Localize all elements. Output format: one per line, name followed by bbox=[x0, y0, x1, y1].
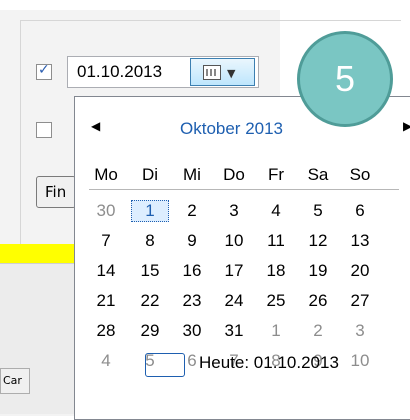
day-cell[interactable]: 4 bbox=[87, 351, 125, 371]
day-cell[interactable]: 9 bbox=[173, 231, 211, 251]
find-button[interactable]: Fin bbox=[36, 176, 76, 208]
day-cell-selected[interactable]: 1 bbox=[131, 200, 169, 222]
day-cell[interactable]: 11 bbox=[257, 231, 295, 251]
month-title[interactable]: Oktober 2013 bbox=[180, 119, 283, 139]
weekday-label: Mo bbox=[94, 165, 118, 184]
day-cell[interactable]: 3 bbox=[341, 321, 379, 341]
day-cell[interactable]: 14 bbox=[87, 261, 125, 281]
day-cell[interactable]: 26 bbox=[299, 291, 337, 311]
weekday-label: Di bbox=[141, 165, 159, 184]
weekday-label: So bbox=[349, 165, 371, 184]
day-cell[interactable]: 10 bbox=[215, 231, 253, 251]
day-cell[interactable]: 21 bbox=[87, 291, 125, 311]
date-enabled-checkbox[interactable]: ✓ bbox=[36, 62, 52, 80]
day-cell[interactable]: 17 bbox=[215, 261, 253, 281]
calendar-dropdown-button[interactable]: ▼ bbox=[190, 58, 255, 86]
header-divider bbox=[89, 189, 399, 190]
step-number-badge: 5 bbox=[297, 31, 393, 127]
day-cell[interactable]: 15 bbox=[131, 261, 169, 281]
weekday-label: Mi bbox=[183, 165, 201, 184]
day-cell[interactable]: 28 bbox=[87, 321, 125, 341]
day-cell[interactable]: 2 bbox=[299, 321, 337, 341]
weekday-label: Do bbox=[223, 165, 245, 184]
day-cell[interactable]: 22 bbox=[131, 291, 169, 311]
weekday-label: Sa bbox=[307, 165, 329, 184]
previous-month-icon[interactable]: ◀ bbox=[91, 119, 100, 133]
chevron-down-icon: ▼ bbox=[227, 67, 236, 80]
day-cell[interactable]: 25 bbox=[257, 291, 295, 311]
day-cell[interactable]: 8 bbox=[131, 231, 169, 251]
day-cell[interactable]: 4 bbox=[257, 201, 295, 221]
day-cell[interactable]: 2 bbox=[173, 201, 211, 221]
today-link[interactable]: Heute: 01.10.2013 bbox=[199, 353, 339, 373]
day-cell[interactable]: 30 bbox=[87, 201, 125, 221]
day-cell[interactable]: 6 bbox=[341, 201, 379, 221]
next-month-icon[interactable]: ▶ bbox=[403, 119, 410, 133]
day-cell[interactable]: 10 bbox=[341, 351, 379, 371]
weekday-label: Fr bbox=[267, 165, 285, 184]
day-cell[interactable]: 24 bbox=[215, 291, 253, 311]
day-cell[interactable]: 31 bbox=[215, 321, 253, 341]
day-cell[interactable]: 20 bbox=[341, 261, 379, 281]
day-cell[interactable]: 18 bbox=[257, 261, 295, 281]
calendar-dropdown: ◀ Oktober 2013 ▶ Mo Di Mi Do Fr Sa So 30… bbox=[74, 96, 410, 420]
day-cell[interactable]: 7 bbox=[87, 231, 125, 251]
date-picker-field[interactable]: 01.10.2013 ▼ bbox=[67, 56, 259, 88]
day-cell[interactable]: 12 bbox=[299, 231, 337, 251]
day-cell[interactable]: 3 bbox=[215, 201, 253, 221]
day-cell[interactable]: 27 bbox=[341, 291, 379, 311]
day-cell[interactable]: 30 bbox=[173, 321, 211, 341]
checkmark-icon: ✓ bbox=[38, 62, 50, 78]
window-top-strip bbox=[0, 0, 410, 10]
day-cell[interactable]: 29 bbox=[131, 321, 169, 341]
day-cell[interactable]: 16 bbox=[173, 261, 211, 281]
day-cell[interactable]: 23 bbox=[173, 291, 211, 311]
day-cell[interactable]: 5 bbox=[299, 201, 337, 221]
date-value[interactable]: 01.10.2013 bbox=[77, 62, 162, 82]
cancel-button[interactable]: Car bbox=[0, 368, 30, 394]
calendar-icon bbox=[203, 65, 221, 80]
today-marker-icon[interactable] bbox=[145, 353, 185, 377]
second-option-checkbox[interactable] bbox=[36, 122, 52, 138]
day-cell[interactable]: 13 bbox=[341, 231, 379, 251]
day-cell[interactable]: 19 bbox=[299, 261, 337, 281]
day-cell[interactable]: 1 bbox=[257, 321, 295, 341]
